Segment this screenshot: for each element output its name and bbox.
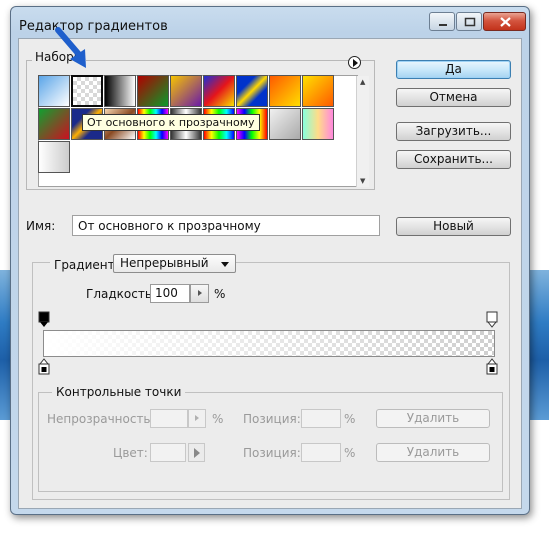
opacity-stop-left-icon[interactable] [38,311,50,328]
gradient-type-select[interactable]: Непрерывный [113,254,236,273]
preset-swatch[interactable] [269,108,301,140]
opacity-stepper[interactable] [188,409,206,428]
opacity-unit: % [212,412,224,426]
preset-tooltip: От основного к прозрачному [82,114,260,131]
preset-swatch[interactable] [137,75,169,107]
minimize-button[interactable] [429,12,455,31]
position2-input[interactable] [301,443,341,462]
load-button[interactable]: Загрузить... [396,122,511,141]
ok-button[interactable]: Да [396,60,511,79]
preset-swatch[interactable] [302,108,334,140]
stops-legend: Контрольные точки [52,385,186,399]
name-field[interactable]: От основного к прозрачному [72,215,380,236]
preset-swatch[interactable] [203,75,235,107]
stops-group [38,392,503,492]
color-stop-right-icon[interactable] [486,358,498,375]
preset-swatch[interactable] [302,75,334,107]
gradient-type-label: Градиент: [50,258,123,272]
opacity-input[interactable] [150,409,188,428]
position2-unit: % [344,446,356,460]
save-button[interactable]: Сохранить... [396,150,511,169]
chevron-down-icon [221,262,229,267]
preset-swatch[interactable] [170,75,202,107]
color-stop-left-icon[interactable] [38,358,50,375]
smoothness-stepper[interactable] [190,284,209,303]
new-button[interactable]: Новый [396,217,511,236]
annotation-arrow-icon [55,27,86,68]
delete-opacity-stop-button[interactable]: Удалить [376,409,490,428]
smoothness-unit: % [214,287,226,301]
gradient-type-value: Непрерывный [120,256,209,270]
preset-swatch[interactable] [236,75,268,107]
color-swatch[interactable] [150,443,186,462]
position-unit: % [344,412,356,426]
presets-scrollbar[interactable]: ▲ ▼ [356,76,369,187]
preset-swatch[interactable] [38,108,70,140]
delete-color-stop-button[interactable]: Удалить [376,443,490,462]
maximize-button[interactable] [456,12,482,31]
position2-label: Позиция: [243,446,301,460]
preset-swatch[interactable] [71,75,103,107]
preset-swatch[interactable] [38,141,70,173]
position-input[interactable] [301,409,341,428]
color-label: Цвет: [113,446,148,460]
preset-swatch[interactable] [269,75,301,107]
window-title: Редактор градиентов [19,19,168,34]
preset-swatch[interactable] [38,75,70,107]
cancel-button[interactable]: Отмена [396,88,511,107]
close-icon [500,17,511,27]
gradient-preview-bar[interactable] [43,330,495,357]
maximize-icon [464,17,476,27]
minimize-icon [439,24,447,26]
preset-swatch[interactable] [104,75,136,107]
opacity-stop-right-icon[interactable] [486,311,498,328]
presets-menu-icon[interactable] [348,56,361,69]
close-button[interactable] [483,12,526,31]
opacity-label: Непрозрачность: [47,412,155,426]
smoothness-input[interactable]: 100 [150,284,190,303]
color-menu-arrow-icon[interactable] [188,443,205,462]
position-label: Позиция: [243,412,301,426]
scroll-down-icon[interactable]: ▼ [360,177,365,185]
smoothness-label: Гладкость: [86,287,156,301]
name-label: Имя: [26,219,56,233]
scroll-up-icon[interactable]: ▲ [360,78,365,86]
